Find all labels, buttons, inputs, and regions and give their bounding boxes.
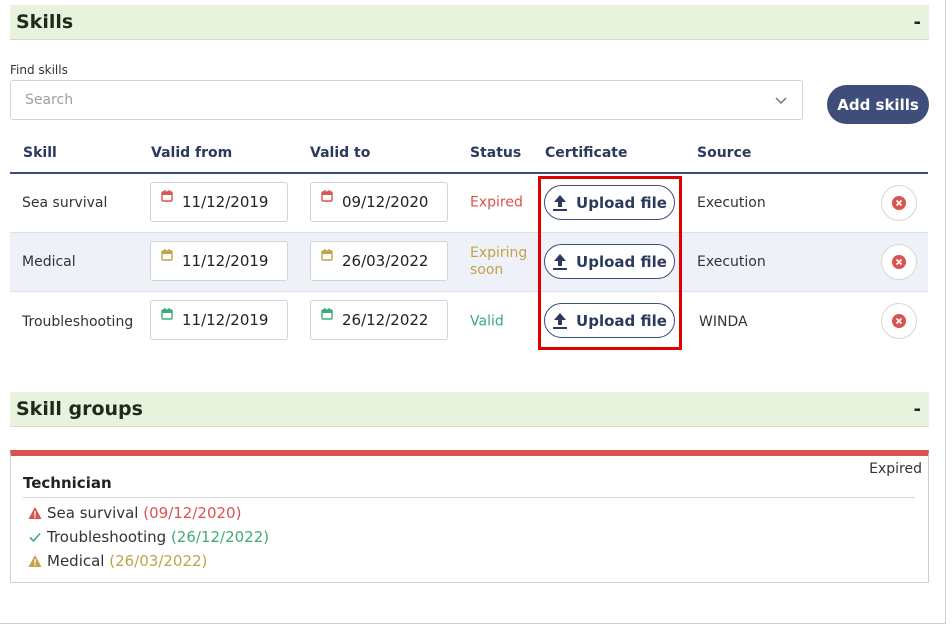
column-header-valid-from: Valid from — [151, 145, 233, 161]
group-skill-name: Troubleshooting — [47, 528, 167, 546]
column-header-source: Source — [697, 145, 752, 161]
table-row: Sea survival 11/12/2019 09/12/2020 Expir… — [10, 174, 928, 233]
source-text: WINDA — [699, 313, 748, 330]
column-header-status: Status — [470, 145, 522, 161]
source-text: Execution — [697, 254, 766, 270]
skills-section-header[interactable]: Skills - — [10, 5, 929, 40]
check-icon — [29, 532, 41, 543]
group-skill-item: Medical (26/03/2022) — [28, 552, 207, 570]
skill-groups-section-title: Skill groups — [16, 398, 143, 420]
group-skill-name: Medical — [47, 552, 105, 570]
skills-search-field[interactable] — [10, 80, 803, 120]
skill-name: Medical — [22, 254, 76, 270]
calendar-icon — [161, 190, 173, 202]
status-text: Expired — [470, 194, 523, 211]
valid-from-value: 11/12/2019 — [182, 311, 269, 329]
add-skills-button[interactable]: Add skills — [827, 85, 929, 124]
group-skill-item: Sea survival (09/12/2020) — [28, 504, 241, 522]
skill-name: Sea survival — [22, 195, 108, 211]
group-name: Technician — [23, 474, 112, 492]
upload-file-button[interactable]: Upload file — [544, 244, 675, 279]
skill-group-card: Expired Technician Sea survival (09/12/2… — [10, 450, 929, 583]
valid-to-field[interactable]: 26/12/2022 — [310, 300, 448, 340]
source-text: Execution — [697, 195, 766, 211]
valid-from-field[interactable]: 11/12/2019 — [150, 241, 288, 281]
remove-skill-button[interactable] — [881, 244, 917, 280]
remove-icon — [892, 314, 906, 328]
skill-groups-section-header[interactable]: Skill groups - — [10, 392, 929, 427]
upload-file-button[interactable]: Upload file — [544, 185, 675, 220]
divider — [23, 497, 915, 498]
remove-skill-button[interactable] — [881, 303, 917, 339]
upload-icon — [553, 312, 568, 329]
group-skill-name: Sea survival — [47, 504, 139, 522]
remove-skill-button[interactable] — [881, 185, 917, 221]
valid-to-field[interactable]: 09/12/2020 — [310, 182, 448, 222]
valid-to-value: 09/12/2020 — [342, 193, 429, 211]
group-skill-item: Troubleshooting (26/12/2022) — [28, 528, 269, 546]
skills-collapse-button[interactable]: - — [914, 12, 923, 33]
remove-icon — [892, 196, 906, 210]
skills-table-header: Skill Valid from Valid to Status Certifi… — [10, 140, 928, 174]
upload-file-label: Upload file — [576, 252, 667, 271]
calendar-icon — [321, 190, 333, 202]
valid-to-field[interactable]: 26/03/2022 — [310, 241, 448, 281]
status-text: Expiring soon — [470, 245, 528, 278]
valid-from-field[interactable]: 11/12/2019 — [150, 182, 288, 222]
warning-icon — [28, 555, 42, 567]
group-skill-date: (26/12/2022) — [170, 528, 270, 546]
group-skill-date: (09/12/2020) — [143, 504, 242, 522]
chevron-down-icon[interactable] — [774, 93, 788, 107]
valid-to-value: 26/12/2022 — [342, 311, 429, 329]
remove-icon — [892, 255, 906, 269]
upload-file-button[interactable]: Upload file — [544, 303, 675, 338]
upload-icon — [553, 194, 568, 211]
upload-file-label: Upload file — [576, 193, 667, 212]
calendar-icon — [321, 308, 333, 320]
find-skills-label: Find skills — [10, 63, 68, 77]
valid-from-value: 11/12/2019 — [182, 252, 269, 270]
calendar-icon — [161, 308, 173, 320]
calendar-icon — [321, 249, 333, 261]
calendar-icon — [161, 249, 173, 261]
page: Skills - Find skills Add skills Skill Va… — [0, 0, 946, 624]
skills-section-title: Skills — [16, 11, 74, 33]
column-header-valid-to: Valid to — [310, 145, 371, 161]
valid-from-value: 11/12/2019 — [182, 193, 269, 211]
valid-to-value: 26/03/2022 — [342, 252, 429, 270]
warning-icon — [28, 507, 42, 519]
table-row: Troubleshooting 11/12/2019 26/12/2022 Va… — [10, 292, 928, 351]
upload-icon — [553, 253, 568, 270]
skill-groups-collapse-button[interactable]: - — [914, 399, 923, 420]
skill-name: Troubleshooting — [22, 313, 134, 330]
group-skill-date: (26/03/2022) — [109, 552, 208, 570]
valid-from-field[interactable]: 11/12/2019 — [150, 300, 288, 340]
group-status: Expired — [869, 461, 922, 477]
status-text: Valid — [470, 313, 504, 329]
table-row: Medical 11/12/2019 26/03/2022 Expiring s… — [10, 233, 928, 292]
upload-file-label: Upload file — [576, 311, 667, 330]
column-header-certificate: Certificate — [545, 145, 628, 161]
column-header-skill: Skill — [23, 145, 57, 161]
skills-search-input[interactable] — [25, 92, 774, 108]
